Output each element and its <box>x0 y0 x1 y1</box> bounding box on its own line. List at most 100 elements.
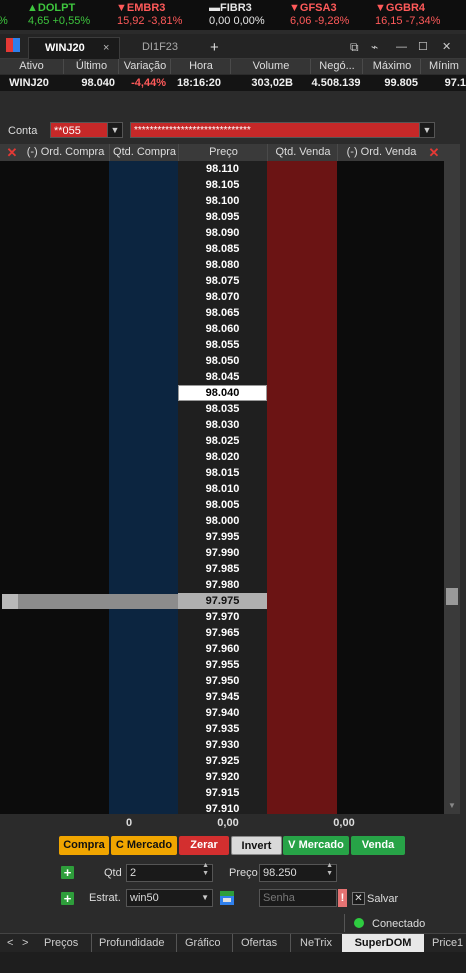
price-row[interactable]: 97.960 <box>178 641 267 657</box>
strategy-dropdown-icon[interactable]: ▼ <box>201 890 209 906</box>
price-row[interactable]: 98.015 <box>178 465 267 481</box>
qtd-venda-column[interactable] <box>267 161 337 814</box>
price-row[interactable]: 97.985 <box>178 561 267 577</box>
price-row[interactable]: 97.930 <box>178 737 267 753</box>
tab-superdom[interactable]: SuperDOM <box>342 934 424 952</box>
minimize-icon[interactable]: — <box>396 37 407 58</box>
price-row[interactable]: 98.100 <box>178 193 267 209</box>
tab-precos[interactable]: Preços <box>44 934 78 952</box>
add-tab-icon[interactable]: + <box>210 37 224 58</box>
qtd-stepper-icon[interactable]: ▲ ▼ <box>202 862 209 878</box>
prev-tab-icon[interactable]: < <box>7 934 13 952</box>
strategy-select[interactable]: win50 ▼ <box>126 889 213 907</box>
price-row[interactable]: 97.945 <box>178 689 267 705</box>
header-ultimo[interactable]: Último <box>63 59 119 74</box>
header-hora[interactable]: Hora <box>170 59 231 74</box>
qtd-compra-column[interactable] <box>109 161 178 814</box>
c-mercado-button[interactable]: C Mercado <box>111 836 177 855</box>
price-row[interactable]: 98.075 <box>178 273 267 289</box>
account-dropdown-icon[interactable]: ▼ <box>107 122 123 138</box>
tab-netrix[interactable]: NeTrix <box>300 934 332 952</box>
price-row[interactable]: 98.070 <box>178 289 267 305</box>
venda-button[interactable]: Venda <box>351 836 405 855</box>
price-row[interactable]: 97.910 <box>178 801 267 814</box>
price-row[interactable]: 98.060 <box>178 321 267 337</box>
close-window-icon[interactable]: ✕ <box>442 37 451 58</box>
price-row[interactable]: 98.035 <box>178 401 267 417</box>
tab-grafico[interactable]: Gráfico <box>185 934 220 952</box>
price-row[interactable]: 97.970 <box>178 609 267 625</box>
price-row[interactable]: 97.915 <box>178 785 267 801</box>
price-row[interactable]: 97.935 <box>178 721 267 737</box>
price-row[interactable]: 98.020 <box>178 449 267 465</box>
quote-row[interactable]: WINJ20 98.040 -4,44% 18:16:20 303,02B 4.… <box>0 75 466 91</box>
invert-button[interactable]: Invert <box>231 836 282 855</box>
price-row[interactable]: 98.090 <box>178 225 267 241</box>
ticker-item-ggbr4[interactable]: ▼GGBR4 <box>375 2 425 14</box>
price-row[interactable]: 98.080 <box>178 257 267 273</box>
tab-ofertas[interactable]: Ofertas <box>241 934 277 952</box>
price-row[interactable]: 98.105 <box>178 177 267 193</box>
cancel-sell-orders-icon[interactable]: ✕ <box>424 144 444 161</box>
maximize-icon[interactable]: ☐ <box>418 37 428 58</box>
scrollbar-thumb[interactable] <box>446 588 458 605</box>
price-row[interactable]: 97.955 <box>178 657 267 673</box>
price-row[interactable]: 97.995 <box>178 529 267 545</box>
account-name-dropdown-icon[interactable]: ▼ <box>419 122 435 138</box>
save-strategy-icon[interactable] <box>220 891 234 905</box>
price-row[interactable]: 97.990 <box>178 545 267 561</box>
price-row[interactable]: 98.110 <box>178 161 267 177</box>
chart-icon[interactable]: ⌁ <box>371 37 378 58</box>
tab-profundidade[interactable]: Profundidade <box>99 934 164 952</box>
price-ladder[interactable]: 98.110 98.105 98.100 98.095 98.090 98.085 98.0… <box>0 161 444 814</box>
header-maximo[interactable]: Máximo <box>362 59 421 74</box>
ticker-item-fibr3[interactable]: ▬FIBR3 <box>209 2 252 14</box>
v-mercado-button[interactable]: V Mercado <box>283 836 349 855</box>
price-row[interactable]: 98.095 <box>178 209 267 225</box>
tab-di1f23[interactable]: DI1F23 <box>120 37 200 58</box>
price-row[interactable]: 98.005 <box>178 497 267 513</box>
preco-input[interactable]: 98.250 ▲ ▼ <box>259 862 337 882</box>
price-row[interactable]: 98.065 <box>178 305 267 321</box>
salvar-checkbox[interactable]: ✕ <box>352 892 365 905</box>
add-qtd-icon[interactable]: + <box>61 866 74 879</box>
next-tab-icon[interactable]: > <box>22 934 28 952</box>
ticker-item-gfsa3[interactable]: ▼GFSA3 <box>289 2 337 14</box>
header-ativo[interactable]: Ativo <box>0 59 63 74</box>
tab-winj20[interactable]: WINJ20 × <box>28 37 120 59</box>
senha-input[interactable]: Senha <box>259 889 337 907</box>
price-row[interactable]: 97.940 <box>178 705 267 721</box>
price-row[interactable]: 97.950 <box>178 673 267 689</box>
header-minimo[interactable]: Mínim <box>420 59 466 74</box>
header-volume[interactable]: Volume <box>230 59 311 74</box>
price-row[interactable]: 98.000 <box>178 513 267 529</box>
tab-price1[interactable]: Price1 <box>432 934 463 952</box>
price-row[interactable]: 97.980 <box>178 577 267 593</box>
account-select[interactable]: **055 <box>50 122 108 138</box>
preco-stepper-icon[interactable]: ▲ ▼ <box>326 862 333 878</box>
header-negocios[interactable]: Negó... <box>310 59 363 74</box>
close-tab-icon[interactable]: × <box>103 38 109 59</box>
ticker-item-embr3[interactable]: ▼EMBR3 <box>116 2 165 14</box>
price-row[interactable]: 98.030 <box>178 417 267 433</box>
add-strategy-icon[interactable]: + <box>61 892 74 905</box>
selected-price-row[interactable]: 97.975 <box>178 593 267 609</box>
cancel-buy-orders-icon[interactable]: ✕ <box>2 144 22 161</box>
compra-button[interactable]: Compra <box>59 836 109 855</box>
zerar-button[interactable]: Zerar <box>179 836 229 855</box>
detach-icon[interactable]: ⧉ <box>350 37 359 58</box>
price-row[interactable]: 97.965 <box>178 625 267 641</box>
current-price-row[interactable]: 98.040 <box>178 385 267 401</box>
price-row[interactable]: 98.010 <box>178 481 267 497</box>
price-row[interactable]: 97.925 <box>178 753 267 769</box>
account-name-select[interactable]: ****************************** <box>130 122 420 138</box>
header-variacao[interactable]: Variação <box>118 59 171 74</box>
price-row[interactable]: 98.055 <box>178 337 267 353</box>
qtd-input[interactable]: 2 ▲ ▼ <box>126 862 213 882</box>
ladder-scrollbar[interactable]: ▼ <box>444 161 460 814</box>
scroll-down-icon[interactable]: ▼ <box>448 801 456 810</box>
ticker-item-dolpt[interactable]: ▲DOLPT <box>27 2 75 14</box>
price-row[interactable]: 98.025 <box>178 433 267 449</box>
price-row[interactable]: 98.045 <box>178 369 267 385</box>
price-row[interactable]: 97.920 <box>178 769 267 785</box>
